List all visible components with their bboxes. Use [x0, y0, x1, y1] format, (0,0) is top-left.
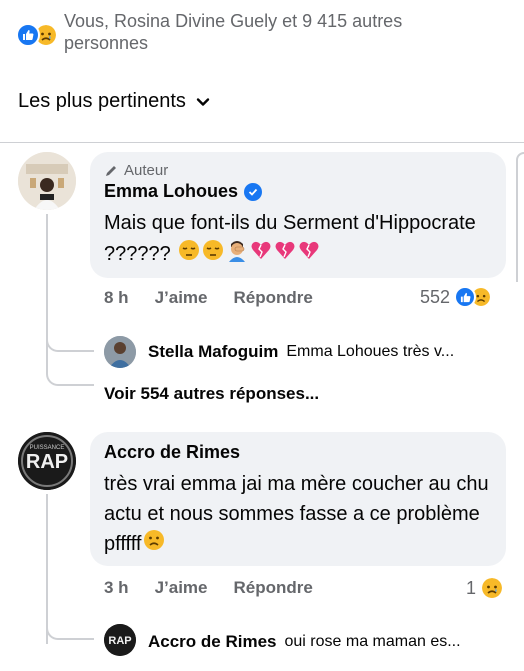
divider	[0, 142, 524, 143]
sort-dropdown[interactable]: Les plus pertinents	[18, 90, 210, 113]
reply-preview[interactable]: Stella Mafoguim Emma Lohoues très v...	[148, 342, 454, 362]
facepalm-man-emoji-icon	[226, 238, 248, 271]
comment-actions: 3 h J’aime Répondre	[104, 578, 339, 598]
pensive-emoji-icon	[178, 239, 200, 270]
broken-heart-emoji-icon	[274, 239, 296, 270]
comment-bubble[interactable]: Accro de Rimes très vrai emma jai ma mèr…	[90, 432, 506, 566]
reaction-count-number: 1	[466, 577, 477, 598]
broken-heart-emoji-icon	[250, 239, 272, 270]
svg-text:PUISSANCE: PUISSANCE	[30, 445, 65, 451]
thread-branch	[46, 330, 94, 352]
comment-author[interactable]: Accro de Rimes	[104, 442, 492, 463]
sad-icon	[480, 576, 505, 600]
sad-emoji-icon	[143, 529, 165, 560]
reaction-count[interactable]: 1	[466, 576, 505, 600]
thread-branch	[46, 364, 94, 386]
like-icon	[454, 286, 477, 308]
reply-button[interactable]: Répondre	[234, 288, 313, 308]
author-badge-label: Auteur	[124, 162, 169, 179]
comment-text: très vrai emma jai ma mère coucher au ch…	[104, 469, 494, 560]
comment-time[interactable]: 8 h	[104, 288, 129, 308]
reply-author[interactable]: Stella Mafoguim	[148, 342, 278, 362]
comment-author-name[interactable]: Emma Lohoues	[104, 181, 238, 202]
reply-button[interactable]: Répondre	[234, 578, 313, 598]
author-badge: Auteur	[104, 162, 492, 179]
like-icon	[16, 23, 40, 47]
next-comment-edge	[516, 152, 524, 282]
chevron-down-icon	[196, 97, 210, 106]
reply-avatar[interactable]	[104, 336, 136, 368]
verified-badge-icon	[244, 182, 263, 201]
thread-branch	[46, 618, 94, 640]
broken-heart-emoji-icon	[298, 239, 320, 270]
avatar[interactable]: RAP PUISSANCE	[18, 432, 76, 490]
reply-avatar[interactable]: RAP	[104, 624, 136, 656]
reactions-text: Vous, Rosina Divine Guely et 9 415 autre…	[64, 11, 403, 53]
like-button[interactable]: J’aime	[155, 578, 208, 598]
reply-text: oui rose ma maman es...	[284, 633, 461, 650]
reply-author[interactable]: Accro de Rimes	[148, 632, 277, 652]
reply-preview[interactable]: Accro de Rimes oui rose ma maman es...	[148, 632, 461, 652]
comment-bubble[interactable]: Auteur Emma Lohoues Mais que font-ils du…	[90, 152, 506, 278]
comment-text: Mais que font-ils du Serment d'Hippocrat…	[104, 208, 494, 271]
sort-label: Les plus pertinents	[18, 90, 186, 112]
svg-text:RAP: RAP	[26, 451, 68, 473]
pencil-icon	[106, 165, 116, 176]
view-more-replies-link[interactable]: Voir 554 autres réponses...	[104, 384, 319, 404]
reply-text: Emma Lohoues très v...	[286, 343, 455, 360]
reaction-icons	[16, 23, 58, 54]
reaction-count-number: 552	[420, 286, 451, 307]
comment-time[interactable]: 3 h	[104, 578, 129, 598]
like-button[interactable]: J’aime	[155, 288, 208, 308]
svg-text:RAP: RAP	[108, 635, 131, 647]
reaction-count[interactable]: 552	[420, 286, 493, 308]
comment-author[interactable]: Emma Lohoues	[104, 181, 492, 202]
pensive-emoji-icon	[202, 239, 224, 270]
avatar[interactable]	[18, 152, 76, 210]
comment-actions: 8 h J’aime Répondre	[104, 288, 339, 308]
reactions-summary[interactable]: Vous, Rosina Divine Guely et 9 415 autre…	[16, 10, 506, 54]
comment-author-name[interactable]: Accro de Rimes	[104, 442, 240, 463]
